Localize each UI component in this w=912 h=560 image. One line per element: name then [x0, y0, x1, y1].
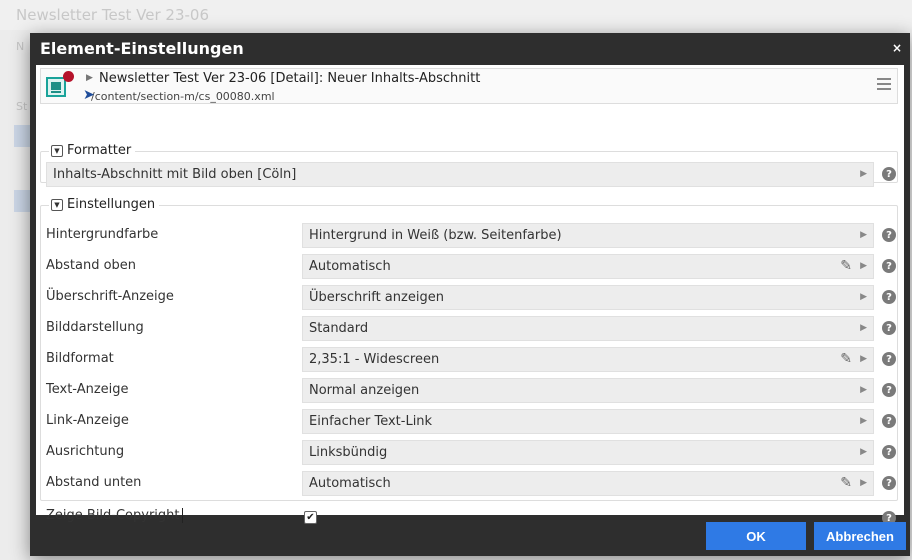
background-tag	[14, 125, 30, 147]
setting-label: Link-Anzeige	[46, 413, 129, 428]
formatter-select-value: Inhalts-Abschnitt mit Bild oben [Cöln]	[53, 167, 297, 182]
page-element-icon[interactable]	[46, 77, 66, 97]
setting-label: Überschrift-Anzeige	[46, 289, 174, 304]
element-info-box: ▶ Newsletter Test Ver 23-06 [Detail]: Ne…	[40, 68, 898, 104]
help-icon[interactable]: ?	[882, 414, 896, 428]
expand-arrow-icon[interactable]: ▶	[86, 73, 93, 83]
pencil-icon[interactable]: ✎	[840, 351, 852, 367]
setting-select[interactable]: Überschrift anzeigen ▶	[302, 285, 874, 310]
help-icon[interactable]: ?	[882, 352, 896, 366]
background-letter: St	[16, 100, 28, 113]
settings-legend-label: Einstellungen	[67, 197, 156, 212]
setting-select-value: 2,35:1 - Widescreen	[309, 352, 440, 367]
formatter-legend-label: Formatter	[67, 143, 132, 158]
cancel-button[interactable]: Abbrechen	[814, 522, 906, 550]
dialog-title: Element-Einstellungen	[40, 38, 244, 58]
dialog-header: Element-Einstellungen ×	[30, 33, 910, 63]
setting-select[interactable]: Hintergrund in Weiß (bzw. Seitenfarbe) ▶	[302, 223, 874, 248]
setting-select-value: Normal anzeigen	[309, 383, 420, 398]
element-title: Newsletter Test Ver 23-06 [Detail]: Neue…	[99, 71, 481, 86]
setting-label: Abstand unten	[46, 475, 142, 490]
dialog-body: ▶ Newsletter Test Ver 23-06 [Detail]: Ne…	[36, 65, 904, 525]
background-letter: N	[16, 40, 25, 53]
help-icon[interactable]: ?	[882, 259, 896, 273]
collapse-toggle-icon[interactable]: ▼	[51, 144, 63, 157]
setting-select-value: Automatisch	[309, 476, 391, 491]
chevron-right-icon: ▶	[860, 478, 867, 488]
chevron-right-icon: ▶	[860, 261, 867, 271]
setting-select-value: Standard	[309, 321, 369, 336]
setting-select[interactable]: Einfacher Text-Link ▶	[302, 409, 874, 434]
help-icon[interactable]: ?	[882, 476, 896, 490]
collapse-toggle-icon[interactable]: ▼	[51, 198, 63, 211]
ok-button[interactable]: OK	[706, 522, 806, 550]
setting-select-value: Linksbündig	[309, 445, 388, 460]
setting-label: Bildformat	[46, 351, 114, 366]
settings-legend: ▼ Einstellungen	[49, 197, 160, 212]
background-page-title: Newsletter Test Ver 23-06	[16, 6, 210, 24]
chevron-right-icon: ▶	[860, 416, 867, 426]
help-icon[interactable]: ?	[882, 321, 896, 335]
status-dot-icon	[63, 71, 74, 82]
pencil-icon[interactable]: ✎	[840, 258, 852, 274]
chevron-right-icon: ▶	[860, 385, 867, 395]
help-icon[interactable]: ?	[882, 228, 896, 242]
help-icon[interactable]: ?	[882, 290, 896, 304]
mouse-cursor-icon: ➤	[83, 87, 95, 103]
chevron-right-icon: ▶	[860, 354, 867, 364]
dialog-footer: OK Abbrechen	[30, 515, 910, 556]
setting-select[interactable]: Standard ▶	[302, 316, 874, 341]
close-icon[interactable]: ×	[892, 41, 902, 55]
setting-select[interactable]: Normal anzeigen ▶	[302, 378, 874, 403]
help-icon[interactable]: ?	[882, 445, 896, 459]
chevron-right-icon: ▶	[860, 447, 867, 457]
help-icon[interactable]: ?	[882, 167, 896, 181]
setting-label: Abstand oben	[46, 258, 137, 273]
formatter-legend: ▼ Formatter	[49, 143, 136, 158]
setting-select[interactable]: Automatisch ✎ ▶	[302, 254, 874, 279]
pencil-icon[interactable]: ✎	[840, 475, 852, 491]
chevron-right-icon: ▶	[860, 230, 867, 240]
setting-label: Bilddarstellung	[46, 320, 144, 335]
setting-select-value: Überschrift anzeigen	[309, 290, 444, 305]
setting-select[interactable]: 2,35:1 - Widescreen ✎ ▶	[302, 347, 874, 372]
hamburger-menu-icon[interactable]	[877, 78, 891, 93]
background-sidebar: N St	[0, 30, 30, 560]
element-settings-dialog: Element-Einstellungen × ▶ Newsletter Tes…	[30, 33, 910, 556]
setting-label: Hintergrundfarbe	[46, 227, 159, 242]
setting-label: Ausrichtung	[46, 444, 125, 459]
setting-select[interactable]: Linksbündig ▶	[302, 440, 874, 465]
setting-select-value: Einfacher Text-Link	[309, 414, 433, 429]
help-icon[interactable]: ?	[882, 383, 896, 397]
formatter-select[interactable]: Inhalts-Abschnitt mit Bild oben [Cöln] ▶	[46, 162, 874, 187]
setting-select-value: Hintergrund in Weiß (bzw. Seitenfarbe)	[309, 228, 562, 243]
chevron-right-icon: ▶	[860, 323, 867, 333]
background-tag	[14, 190, 30, 212]
element-path: /content/section-m/cs_00080.xml	[91, 90, 275, 103]
setting-select-value: Automatisch	[309, 259, 391, 274]
chevron-right-icon: ▶	[860, 169, 867, 179]
chevron-right-icon: ▶	[860, 292, 867, 302]
setting-select[interactable]: Automatisch ✎ ▶	[302, 471, 874, 496]
setting-label: Text-Anzeige	[46, 382, 129, 397]
